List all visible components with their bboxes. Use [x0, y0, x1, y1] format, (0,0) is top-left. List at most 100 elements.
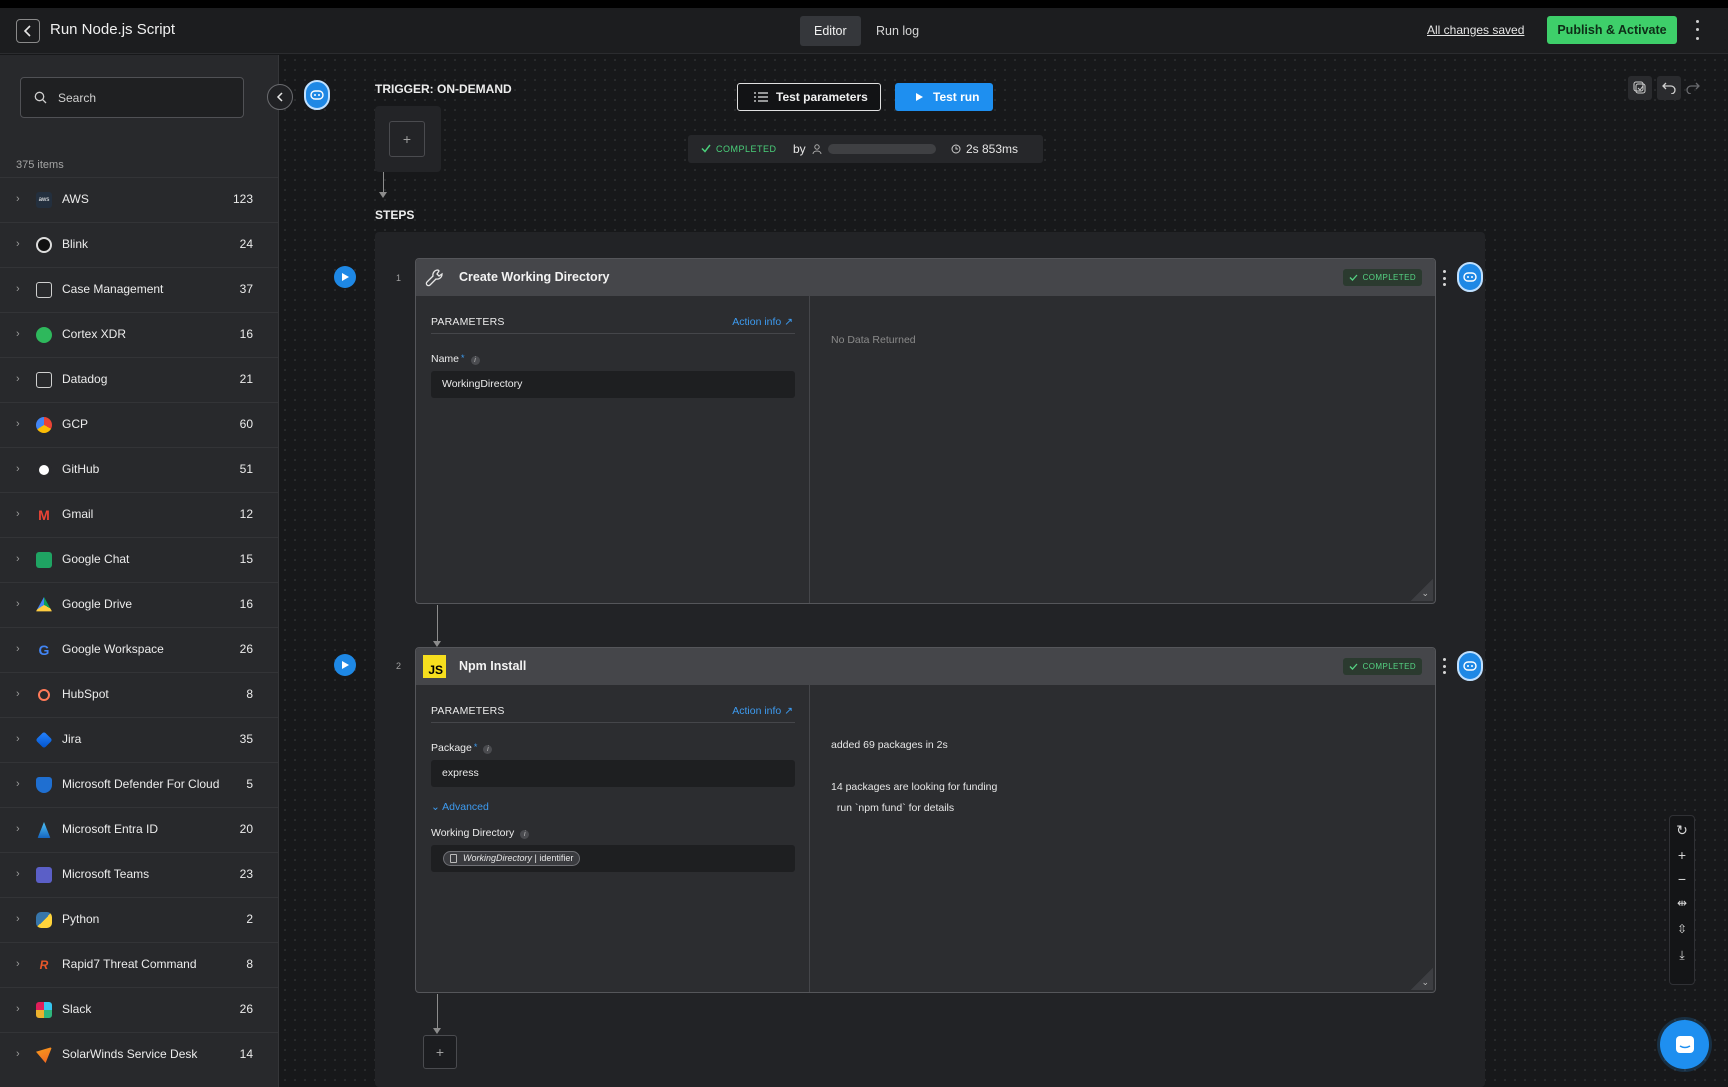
chat-support-button[interactable]	[1660, 1020, 1709, 1069]
list-item[interactable]: › Google Chat 15	[0, 537, 278, 582]
list-item-count: 60	[239, 417, 253, 431]
gmail-icon: M	[38, 507, 50, 523]
add-trigger-button[interactable]: +	[389, 121, 425, 157]
action-info-label: Action info	[732, 316, 782, 328]
chevron-right-icon: ›	[16, 418, 20, 430]
list-item[interactable]: › R Rapid7 Threat Command 8	[0, 942, 278, 987]
tab-run-log[interactable]: Run log	[862, 16, 933, 46]
run-status: COMPLETED	[716, 144, 777, 154]
list-item-count: 23	[239, 867, 253, 881]
more-options-icon[interactable]	[1690, 17, 1704, 43]
step-number: 1	[396, 273, 402, 283]
step-more-options-icon[interactable]	[1441, 270, 1447, 286]
status-badge: COMPLETED	[1342, 658, 1422, 675]
test-parameters-button[interactable]: Test parameters	[737, 83, 881, 111]
advanced-toggle[interactable]: ⌄ Advanced	[431, 801, 489, 813]
test-parameters-label: Test parameters	[776, 90, 868, 104]
fit-height-icon[interactable]: ⇳	[1670, 922, 1694, 936]
run-step-button[interactable]	[334, 266, 356, 288]
aws-icon: aws	[36, 192, 52, 208]
step-more-options-icon[interactable]	[1441, 658, 1447, 674]
list-item-label: Google Chat	[62, 552, 130, 566]
variable-chip[interactable]: WorkingDirectory | identifier	[443, 851, 581, 866]
chevron-down-icon: ⌄	[431, 801, 440, 813]
list-item[interactable]: › M Gmail 12	[0, 492, 278, 537]
parameters-heading: PARAMETERS	[431, 705, 505, 717]
list-item-label: Python	[62, 912, 100, 926]
resize-handle[interactable]: ⌄	[1411, 579, 1433, 601]
step-ai-assistant-icon[interactable]	[1457, 651, 1483, 681]
list-item-label: Cortex XDR	[62, 327, 127, 341]
output-panel: No Data Returned ⌄	[811, 296, 1435, 603]
zoom-in-icon[interactable]: +	[1670, 847, 1694, 863]
list-item-count: 8	[246, 687, 253, 701]
collapse-sidebar-button[interactable]	[267, 84, 293, 110]
check-icon	[701, 144, 711, 153]
list-item[interactable]: › Microsoft Defender For Cloud 5	[0, 762, 278, 807]
list-icon	[754, 92, 768, 102]
search-input[interactable]: Search	[20, 77, 244, 118]
chevron-right-icon: ›	[16, 958, 20, 970]
name-input[interactable]: WorkingDirectory	[431, 371, 795, 398]
list-item[interactable]: › Blink 24	[0, 222, 278, 267]
resize-handle[interactable]: ⌄	[1411, 968, 1433, 990]
collapse-all-icon[interactable]: ⤓	[1670, 948, 1694, 963]
list-item[interactable]: › Slack 26	[0, 987, 278, 1032]
list-item[interactable]: › Datadog 21	[0, 357, 278, 402]
gcp-icon	[36, 417, 52, 433]
field-label-text: Name	[431, 353, 460, 365]
list-item[interactable]: › Google Drive 16	[0, 582, 278, 627]
zoom-out-icon[interactable]: −	[1670, 871, 1694, 887]
reset-view-icon[interactable]: ↻	[1670, 822, 1694, 839]
parameters-panel: PARAMETERS Action info ↗ Name * i WorkingD…	[416, 296, 810, 603]
list-item[interactable]: › aws AWS 123	[0, 177, 278, 222]
search-placeholder: Search	[58, 91, 97, 105]
list-item-count: 37	[239, 282, 253, 296]
list-item[interactable]: › Jira 35	[0, 717, 278, 762]
ai-assistant-icon[interactable]	[304, 80, 330, 110]
microsoft-defender-icon	[36, 777, 52, 793]
step-card[interactable]: Create Working Directory COMPLETED PARAM…	[415, 258, 1436, 604]
fit-width-icon[interactable]: ⇹	[1670, 896, 1694, 910]
saved-status-link[interactable]: All changes saved	[1427, 23, 1524, 37]
list-item[interactable]: › Microsoft Entra ID 20	[0, 807, 278, 852]
list-item[interactable]: › Case Management 37	[0, 267, 278, 312]
clock-icon	[951, 144, 961, 154]
field-label-text: Working Directory	[431, 827, 515, 839]
list-item[interactable]: › G Google Workspace 26	[0, 627, 278, 672]
chevron-left-icon	[23, 25, 31, 37]
step-ai-assistant-icon[interactable]	[1457, 262, 1483, 292]
run-by-label: by	[793, 142, 806, 156]
chevron-right-icon: ›	[16, 328, 20, 340]
working-directory-input[interactable]: WorkingDirectory | identifier	[431, 845, 795, 872]
run-step-button[interactable]	[334, 654, 356, 676]
version-history-icon[interactable]	[1628, 76, 1652, 100]
output-empty-text: No Data Returned	[831, 334, 916, 346]
test-run-button[interactable]: Test run	[895, 83, 993, 111]
tab-editor[interactable]: Editor	[800, 16, 861, 46]
add-step-button[interactable]: +	[423, 1035, 457, 1069]
publish-activate-button[interactable]: Publish & Activate	[1547, 16, 1677, 44]
parameters-panel: PARAMETERS Action info ↗ Package * i expre…	[416, 685, 810, 992]
field-label: Working Directory i	[431, 827, 530, 839]
back-button[interactable]	[16, 19, 40, 43]
list-item[interactable]: › Python 2	[0, 897, 278, 942]
undo-icon[interactable]	[1657, 76, 1681, 100]
list-item[interactable]: › GCP 60	[0, 402, 278, 447]
blink-icon	[36, 237, 52, 253]
package-input[interactable]: express	[431, 760, 795, 787]
action-info-link[interactable]: Action info ↗	[732, 705, 793, 717]
list-item[interactable]: › SolarWinds Service Desk 14	[0, 1032, 278, 1077]
header: Run Node.js Script Editor Run log All ch…	[0, 8, 1728, 54]
action-info-link[interactable]: Action info ↗	[732, 316, 793, 328]
search-icon	[34, 91, 47, 104]
divider	[431, 333, 795, 334]
redo-icon[interactable]	[1681, 76, 1705, 100]
list-item[interactable]: › HubSpot 8	[0, 672, 278, 717]
step-card[interactable]: JS Npm Install COMPLETED PARAMETERS Acti…	[415, 647, 1436, 993]
status-badge-label: COMPLETED	[1362, 273, 1416, 282]
list-item[interactable]: › Cortex XDR 16	[0, 312, 278, 357]
list-item[interactable]: › Microsoft Teams 23	[0, 852, 278, 897]
list-item-label: Jira	[62, 732, 82, 746]
list-item[interactable]: › GitHub 51	[0, 447, 278, 492]
